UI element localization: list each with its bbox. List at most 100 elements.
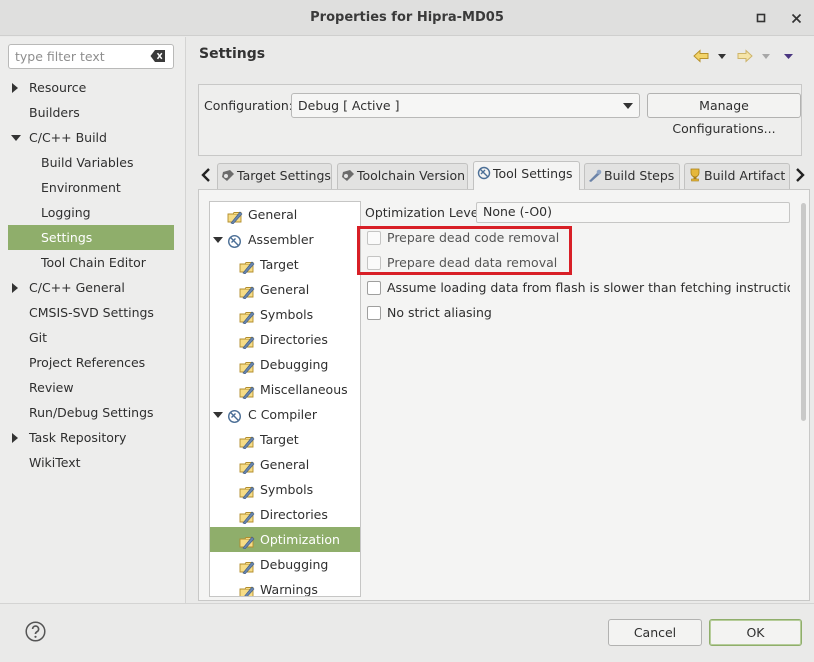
tree-item-label: Directories — [260, 507, 328, 522]
tree-item-label: Debugging — [260, 357, 329, 372]
manage-configurations-button[interactable]: Manage Configurations... — [647, 93, 801, 136]
nav-item[interactable]: C/C++ General — [8, 275, 174, 300]
configuration-value: Debug [ Active ] — [298, 98, 400, 113]
option-category-icon — [239, 432, 255, 450]
clear-filter-icon[interactable] — [150, 49, 166, 63]
close-button[interactable] — [787, 9, 805, 27]
nav-item[interactable]: Task Repository — [8, 425, 174, 450]
option-category-icon — [239, 257, 255, 275]
filter-box — [8, 44, 174, 69]
option-category-icon — [239, 532, 255, 550]
option-category-icon — [239, 507, 255, 525]
close-icon — [791, 13, 801, 23]
forward-menu-icon[interactable] — [761, 49, 771, 63]
tree-option-node[interactable]: Warnings — [210, 577, 360, 597]
nav-item[interactable]: Build Variables — [8, 150, 174, 175]
tree-item-label: Assembler — [248, 232, 314, 247]
tab-label: Toolchain Version — [357, 168, 466, 183]
nav-item[interactable]: Git — [8, 325, 174, 350]
tree-item-label: Miscellaneous — [260, 382, 348, 397]
chevron-down-icon — [623, 103, 633, 109]
nav-item[interactable]: Tool Chain Editor — [8, 250, 174, 275]
expanded-arrow-icon[interactable] — [213, 412, 223, 418]
back-menu-icon[interactable] — [717, 49, 727, 63]
view-menu-icon[interactable] — [783, 49, 794, 63]
nav-item[interactable]: WikiText — [8, 450, 174, 475]
nav-item-label: Tool Chain Editor — [41, 255, 146, 270]
option-category-icon — [227, 207, 243, 225]
tree-item-label: Warnings — [260, 582, 318, 597]
nav-item-label: Task Repository — [29, 430, 127, 445]
nav-item[interactable]: Builders — [8, 100, 174, 125]
expanded-arrow-icon[interactable] — [213, 237, 223, 243]
tree-option-node[interactable]: Symbols — [210, 302, 360, 327]
filter-input[interactable] — [9, 45, 139, 67]
nav-item[interactable]: C/C++ Build — [8, 125, 174, 150]
expanded-arrow-icon[interactable] — [11, 135, 21, 141]
option-category-icon — [239, 457, 255, 475]
nav-item[interactable]: Settings — [8, 225, 174, 250]
optimization-level-value: None (-O0) — [483, 204, 552, 219]
tree-item-label: Optimization — [260, 532, 340, 547]
option-category-icon — [239, 382, 255, 400]
tab-tool-settings[interactable]: Tool Settings — [473, 161, 580, 190]
option-checkbox-label[interactable]: Assume loading data from flash is slower… — [387, 280, 790, 295]
tree-tool-node[interactable]: Assembler — [210, 227, 360, 252]
collapsed-arrow-icon[interactable] — [12, 83, 18, 93]
tree-option-node[interactable]: Symbols — [210, 477, 360, 502]
nav-item[interactable]: Environment — [8, 175, 174, 200]
nav-item-label: C/C++ General — [29, 280, 125, 295]
option-checkbox[interactable] — [367, 281, 381, 295]
tab-scroll-left-icon[interactable] — [200, 167, 212, 183]
tab-build-artifact[interactable]: Build Artifact — [684, 163, 790, 189]
tree-option-node[interactable]: General — [210, 202, 360, 227]
nav-item[interactable]: Review — [8, 375, 174, 400]
tree-option-node[interactable]: General — [210, 452, 360, 477]
option-checkbox[interactable] — [367, 306, 381, 320]
minimize-button[interactable] — [752, 9, 770, 27]
option-category-icon — [239, 307, 255, 325]
nav-item[interactable]: CMSIS-SVD Settings — [8, 300, 174, 325]
collapsed-arrow-icon[interactable] — [12, 433, 18, 443]
tab-label: Target Settings — [237, 168, 331, 183]
option-checkbox-label[interactable]: No strict aliasing — [387, 305, 790, 320]
tab-scroll-right-icon[interactable] — [794, 167, 806, 183]
collapsed-arrow-icon[interactable] — [12, 283, 18, 293]
option-category-icon — [239, 282, 255, 300]
nav-item-label: Build Variables — [41, 155, 134, 170]
tab-toolchain-version[interactable]: Toolchain Version — [337, 163, 468, 189]
tree-item-label: General — [260, 282, 310, 297]
tree-option-node[interactable]: Directories — [210, 327, 360, 352]
nav-item[interactable]: Logging — [8, 200, 174, 225]
tree-tool-node[interactable]: C Compiler — [210, 402, 360, 427]
back-arrow-icon[interactable] — [693, 49, 709, 63]
tree-item-label: Debugging — [260, 557, 329, 572]
nav-item-label: Run/Debug Settings — [29, 405, 154, 420]
nav-item[interactable]: Resource — [8, 75, 174, 100]
window-title: Properties for Hipra-MD05 — [310, 10, 504, 25]
properties-dialog: Properties for Hipra-MD05 Resource Builde… — [0, 0, 814, 662]
cancel-button[interactable]: Cancel — [608, 619, 702, 646]
nav-item[interactable]: Project References — [8, 350, 174, 375]
tree-option-node[interactable]: Target — [210, 427, 360, 452]
ok-button[interactable]: OK — [709, 619, 802, 646]
tree-option-node[interactable]: Target — [210, 252, 360, 277]
tab-build-steps[interactable]: Build Steps — [584, 163, 680, 189]
tab-label: Build Artifact — [704, 168, 786, 183]
optimization-level-select[interactable]: None (-O0) — [476, 202, 790, 223]
vertical-scrollbar[interactable] — [801, 203, 806, 421]
configuration-select[interactable]: Debug [ Active ] — [291, 93, 640, 118]
tree-option-node[interactable]: Directories — [210, 502, 360, 527]
build-steps-icon — [588, 166, 602, 190]
tree-option-node[interactable]: Debugging — [210, 352, 360, 377]
target-settings-icon — [221, 166, 235, 190]
nav-item-label: Settings — [41, 230, 93, 245]
tree-option-node[interactable]: Debugging — [210, 552, 360, 577]
nav-item[interactable]: Run/Debug Settings — [8, 400, 174, 425]
help-icon[interactable] — [25, 621, 46, 642]
tree-option-node[interactable]: Optimization — [210, 527, 360, 552]
tab-target-settings[interactable]: Target Settings — [217, 163, 332, 189]
tree-option-node[interactable]: Miscellaneous — [210, 377, 360, 402]
forward-arrow-icon[interactable] — [737, 49, 753, 63]
tree-option-node[interactable]: General — [210, 277, 360, 302]
